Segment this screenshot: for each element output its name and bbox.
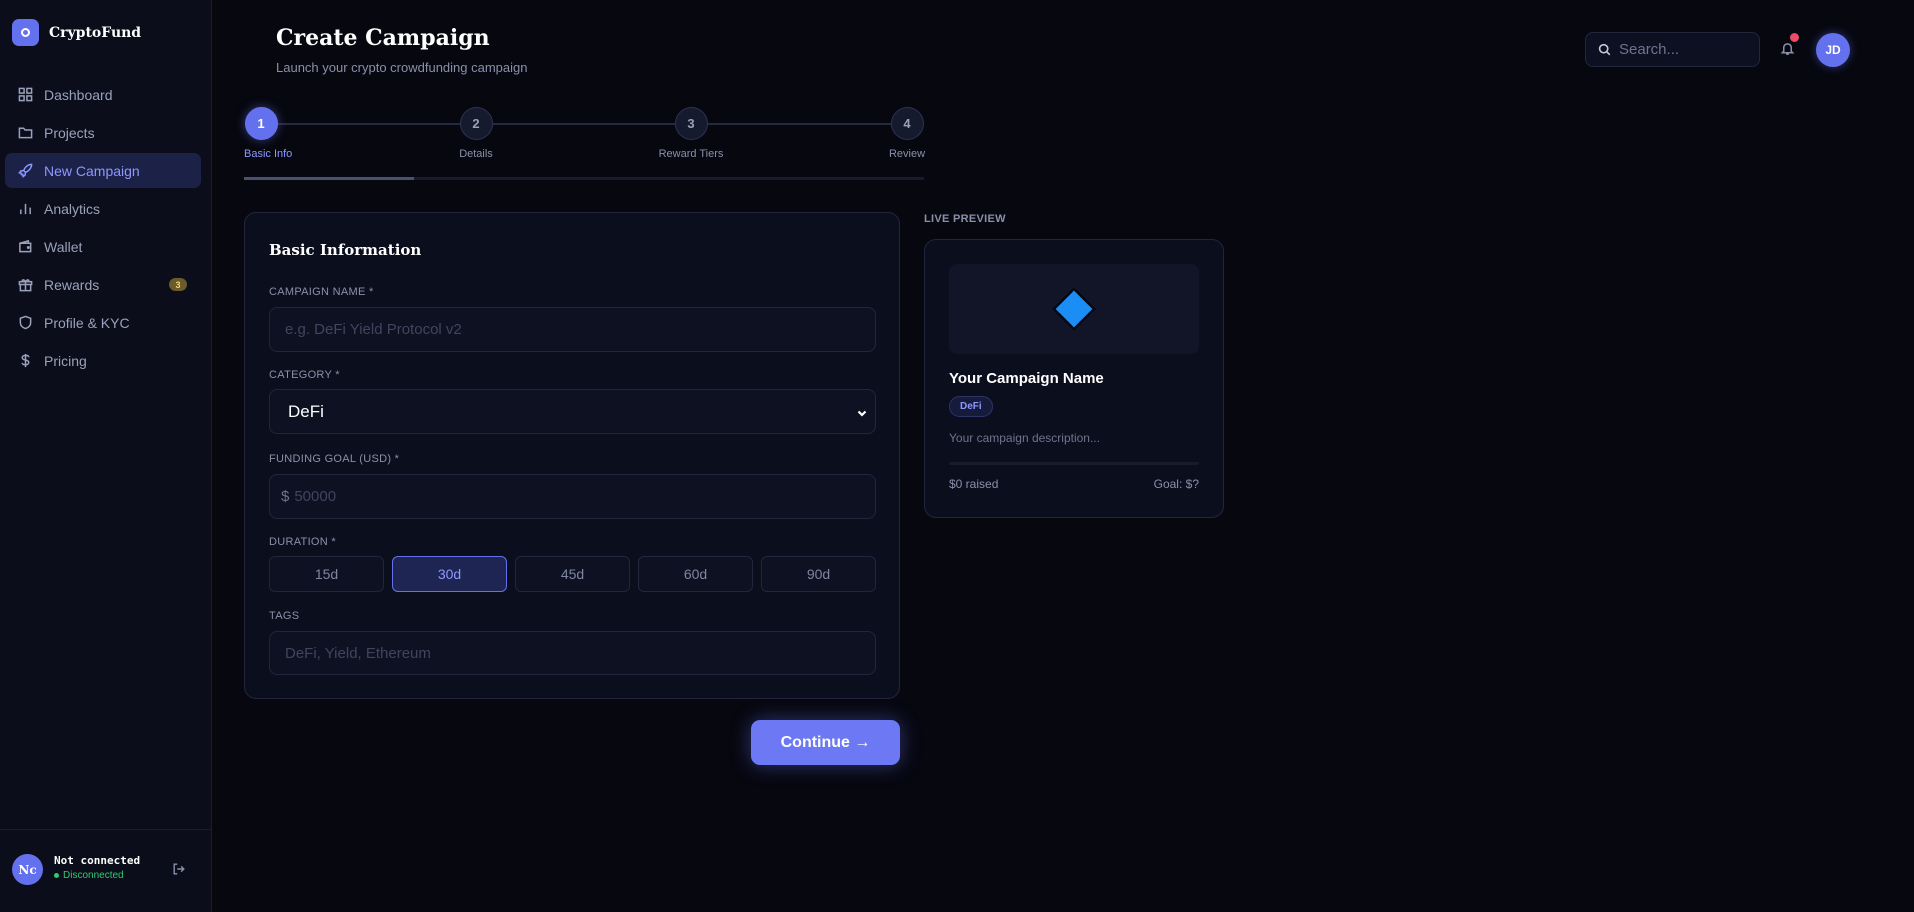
step-number: 3: [674, 107, 708, 140]
category-select[interactable]: DeFi: [285, 402, 855, 421]
progress-fill: [244, 177, 414, 180]
step-number: 1: [244, 107, 278, 140]
category-field: DeFi: [269, 389, 876, 434]
step-number: 4: [890, 107, 924, 140]
duration-option-45d[interactable]: 45d: [515, 556, 630, 592]
rewards-count-badge: 3: [169, 278, 187, 291]
sidebar-item-dashboard[interactable]: Dashboard: [5, 77, 201, 112]
basic-info-form: Basic Information CAMPAIGN NAME * CATEGO…: [244, 212, 900, 699]
preview-description: Your campaign description...: [949, 431, 1100, 445]
sidebar-item-wallet[interactable]: Wallet: [5, 229, 201, 264]
chevron-down-icon: [856, 406, 868, 418]
search-input[interactable]: [1619, 41, 1749, 58]
sidebar-item-pricing[interactable]: Pricing: [5, 343, 201, 378]
user-avatar[interactable]: JD: [1816, 33, 1850, 67]
status-dot-icon: [54, 873, 59, 878]
step-label: Review: [888, 148, 926, 160]
wallet-icon: [19, 239, 32, 253]
sidebar-item-analytics[interactable]: Analytics: [5, 191, 201, 226]
dollar-icon: [21, 353, 30, 368]
funding-goal-label: FUNDING GOAL (USD) *: [269, 453, 400, 465]
preview-raised: $0 raised: [949, 477, 999, 491]
sidebar-item-label: Pricing: [44, 352, 87, 369]
duration-option-15d[interactable]: 15d: [269, 556, 384, 592]
sidebar: CryptoFund Dashboard Projects New Campai…: [0, 0, 212, 912]
connection-status: Disconnected: [54, 870, 124, 881]
page-subtitle: Launch your crypto crowdfunding campaign: [276, 60, 528, 75]
step-details[interactable]: 2 Details: [426, 107, 526, 160]
step-label: Basic Info: [244, 148, 293, 160]
logout-icon: [173, 863, 185, 875]
campaign-name-input[interactable]: [285, 321, 845, 338]
brand[interactable]: CryptoFund: [12, 19, 141, 46]
wallet-avatar: Nc: [12, 854, 43, 885]
tags-label: TAGS: [269, 610, 300, 622]
preview-funding-progress: [949, 462, 1199, 465]
folder-icon: [18, 127, 33, 139]
continue-button[interactable]: Continue →: [751, 720, 900, 765]
preview-category-badge: DeFi: [949, 396, 993, 417]
live-preview-label: LIVE PREVIEW: [924, 213, 1006, 225]
tags-input[interactable]: [285, 644, 845, 662]
progress-stepper: 1 Basic Info 2 Details 3 Reward Tiers 4 …: [244, 107, 925, 181]
duration-label: DURATION *: [269, 536, 336, 548]
funding-goal-field: $: [269, 474, 876, 519]
duration-option-90d[interactable]: 90d: [761, 556, 876, 592]
progress-track: [244, 177, 924, 180]
sidebar-item-label: New Campaign: [44, 162, 140, 179]
duration-option-30d[interactable]: 30d: [392, 556, 507, 592]
tags-field: [269, 631, 876, 675]
connection-status-text: Disconnected: [63, 870, 124, 881]
step-label: Details: [459, 148, 493, 160]
category-label: CATEGORY *: [269, 369, 340, 381]
step-label: Reward Tiers: [658, 148, 724, 160]
bar-chart-icon: [20, 203, 31, 215]
campaign-name-field: [269, 307, 876, 352]
sidebar-nav: Dashboard Projects New Campaign Analytic…: [5, 77, 201, 381]
sidebar-item-projects[interactable]: Projects: [5, 115, 201, 150]
grid-icon: [18, 87, 33, 102]
shield-icon: [19, 315, 32, 330]
preview-goal: Goal: $?: [1153, 477, 1199, 491]
page-title: Create Campaign: [276, 25, 490, 51]
sidebar-item-label: Analytics: [44, 200, 101, 217]
gift-icon: [18, 279, 33, 292]
step-reward-tiers[interactable]: 3 Reward Tiers: [641, 107, 741, 160]
sidebar-item-label: Wallet: [44, 238, 83, 255]
funding-goal-input[interactable]: [294, 488, 855, 505]
wallet-name: Not connected: [54, 854, 141, 867]
duration-option-60d[interactable]: 60d: [638, 556, 753, 592]
sidebar-item-label: Rewards: [44, 276, 100, 293]
preview-image: [949, 264, 1199, 354]
live-preview-card: Your Campaign Name DeFi Your campaign de…: [924, 239, 1224, 518]
search-box: [1585, 32, 1760, 67]
logout-button[interactable]: [172, 862, 186, 876]
search-icon: [1598, 43, 1611, 56]
sidebar-item-label: Profile & KYC: [44, 314, 130, 331]
diamond-icon: [1051, 286, 1097, 332]
sidebar-item-new-campaign[interactable]: New Campaign: [5, 153, 201, 188]
sidebar-item-rewards[interactable]: Rewards 3: [5, 267, 201, 302]
sidebar-item-profile-kyc[interactable]: Profile & KYC: [5, 305, 201, 340]
bell-icon: [1780, 43, 1795, 55]
step-connector: [261, 123, 907, 125]
wallet-status: Nc Not connected Disconnected: [0, 829, 212, 912]
sidebar-item-label: Dashboard: [44, 86, 113, 103]
form-title: Basic Information: [269, 241, 422, 259]
rocket-icon: [18, 163, 33, 178]
step-basic-info[interactable]: 1 Basic Info: [211, 107, 311, 160]
step-number: 2: [459, 107, 493, 140]
duration-options: 15d 30d 45d 60d 90d: [269, 556, 876, 592]
brand-name: CryptoFund: [49, 24, 142, 41]
preview-campaign-name: Your Campaign Name: [949, 370, 1104, 387]
logo-icon: [12, 19, 39, 46]
sidebar-item-label: Projects: [44, 124, 95, 141]
notification-dot: [1790, 33, 1799, 42]
notifications-button[interactable]: [1780, 33, 1799, 57]
campaign-name-label: CAMPAIGN NAME *: [269, 286, 374, 298]
step-review[interactable]: 4 Review: [857, 107, 957, 160]
currency-prefix: $: [281, 488, 290, 505]
